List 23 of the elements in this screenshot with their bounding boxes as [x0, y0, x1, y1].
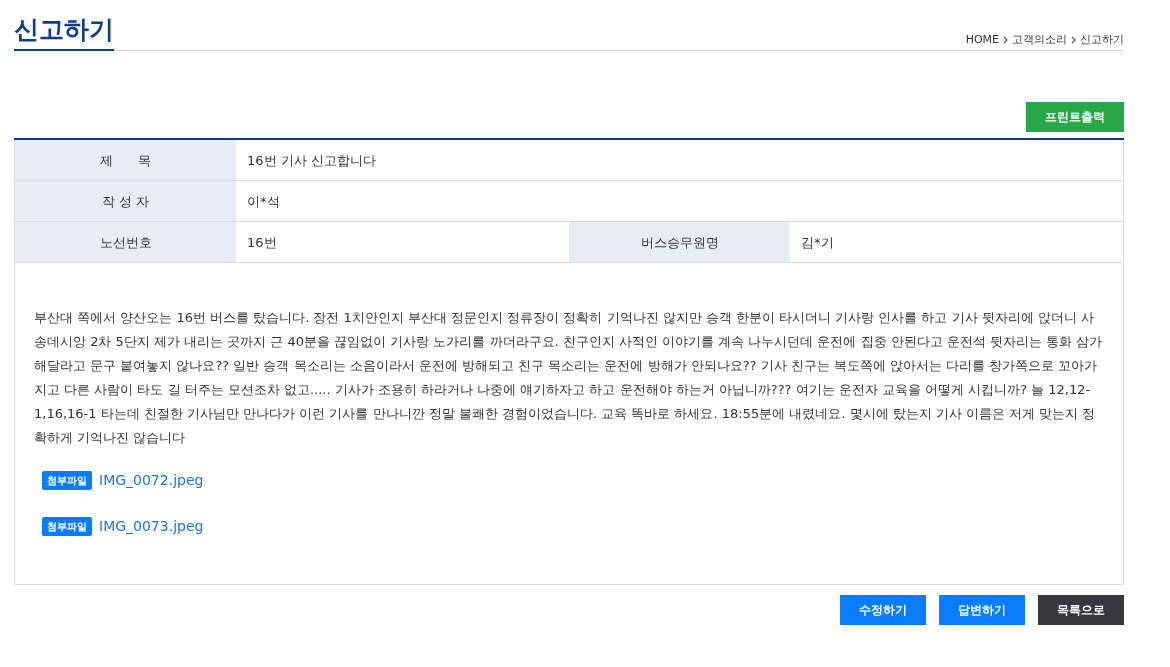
page-title: 신고하기: [14, 14, 114, 52]
attachment-link[interactable]: IMG_0072.jpeg: [99, 470, 204, 492]
field-label: 버스승무원명: [569, 222, 790, 263]
field-value: 16번: [246, 233, 278, 252]
breadcrumb-link[interactable]: HOME: [965, 31, 999, 49]
breadcrumb-link[interactable]: 신고하기: [1080, 31, 1124, 49]
report-body: 부산대 쪽에서 양산오는 16번 버스를 탔습니다. 장전 1치안인지 부산대 정문인지 정류장이 정확히 기억나진 않지만 승객 한분이 타시더니 기사랑 인사를 하고 기사 뒷자리에 앉더니 사송데시앙 2차 5단지 제가 내리는 곳까지 근 40분을 끊임없이 기사랑 노가리를 까더라구요. 친구인지 사적인 이야기를 계속 나누시던데 운전에 집중 안된다고 운전석 뒷자리는 통화 삼가해달라고 문구 붙여놓지 않나요?? 일반 승객 목소리는 소음이라서 운전에 방해되고 친구 목소리는 운전에 방해가 안되나요?? 기사 친구는 복도쪽에 앉아서는 다리를 창가쪽으로 꼬아가지고 다른 사람이 타도 길 터주는 모션조차 없고..... 기사가 조용히 하라거나 나중에 얘기하자고 하고 운전해야 하는거 아닙니까??? 여기는 운전자 교육을 어떻게 시킵니까? 늘 12,12-1,16,16-1 타는데 친절한 기사님만 만나다가 이런 기사를 만나니깐 정말 불쾌한 경험이었습니다. 교육 똑바로 하세요. 18:55분에 내렸네요. 몇시에 탔는지 기사 이름은 저게 맞는지 정확하게 기억나진 않습니다: [34, 309, 1104, 448]
chevron-icon: [1003, 36, 1008, 44]
print-button[interactable]: 프린트출력: [1026, 102, 1124, 133]
attachment-badge: 첨부파일: [42, 471, 92, 491]
action-button[interactable]: 수정하기: [840, 595, 926, 626]
action-button[interactable]: 목록으로: [1038, 595, 1124, 626]
action-button[interactable]: 답변하기: [939, 595, 1025, 626]
attachment-link[interactable]: IMG_0073.jpeg: [99, 516, 204, 538]
field-value: 16번 기사 신고합니다: [246, 151, 377, 170]
field-value: 김*기: [800, 233, 835, 252]
chevron-icon: [1071, 36, 1076, 44]
field-value: 이*석: [246, 192, 281, 211]
breadcrumb-link[interactable]: 고객의소리: [1012, 31, 1067, 49]
field-label: 작 성 자: [15, 181, 236, 222]
attachment-badge: 첨부파일: [42, 517, 92, 537]
field-label: 제 목: [15, 140, 236, 181]
field-label: 노선번호: [15, 222, 236, 263]
